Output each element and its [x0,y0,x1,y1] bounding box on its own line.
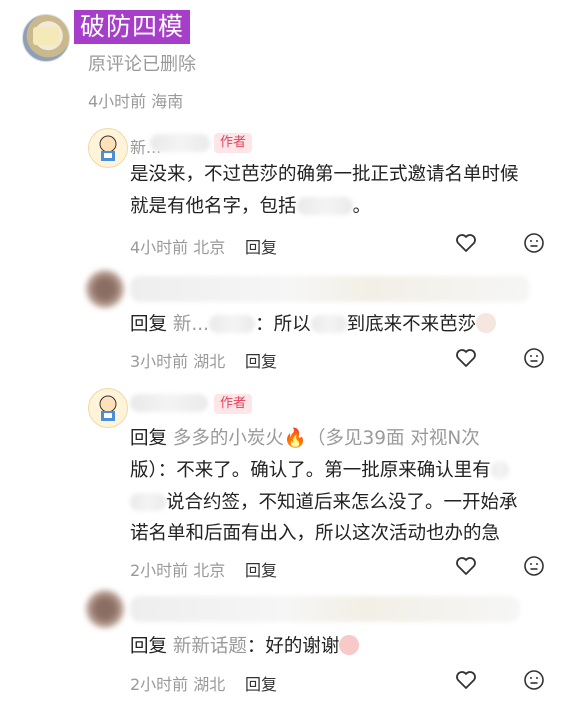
location: 湖北 [193,675,226,694]
blurred-name [310,315,347,333]
cat-face-emoji [476,313,497,333]
avatar[interactable] [22,14,70,62]
face-icon[interactable] [522,554,546,578]
reply-text-line: 诺名单和后面有出入，所以这次活动也办的急 [130,523,501,544]
avatar[interactable] [86,590,124,628]
blurred-username [130,394,208,412]
reply-text-line: 回复 新新话题：好的谢谢 [130,632,360,662]
timestamp: 2小时前 [130,675,189,694]
blurred-name [490,461,509,479]
mention[interactable]: 多多的小炭火🔥（多见39面 对视N次 [173,428,480,449]
reply-text: 版）：不来了。确认了。第一批原来确认里有 [130,460,491,481]
reply-text-tail: 。 [352,196,372,217]
blurred-username [150,134,210,152]
reply-meta: 2小时前 北京 [130,557,225,581]
reply-text: 就是有他名字，包括 [130,196,297,217]
avatar[interactable] [86,270,124,308]
reply-button[interactable]: 回复 [245,557,277,581]
mention[interactable]: 新... [173,314,209,335]
avatar-cartoon-icon [99,135,117,161]
author-badge: 作者 [214,394,253,414]
author-badge: 作者 [214,133,253,153]
location: 海南 [151,92,184,111]
reply-meta: 4小时前 北京 [130,234,225,258]
location: 湖北 [193,352,226,371]
avatar[interactable] [88,388,128,428]
reply-text-line: 说合约签，不知道后来怎么没了。一开始承 [130,488,518,518]
reply-button[interactable]: 回复 [245,348,277,372]
face-icon[interactable] [522,346,546,370]
page-title: 破防四模 [74,10,191,44]
location: 北京 [193,238,226,257]
reply-text-line: 回复 多多的小炭火🔥（多见39面 对视N次 [130,424,550,454]
blurred-username [130,596,520,622]
pig-face-emoji [339,635,360,655]
reply-text: 说合约签，不知道后来怎么没了。一开始承 [166,492,518,513]
reply-button[interactable]: 回复 [245,671,277,695]
timestamp: 2小时前 [130,561,189,580]
reply-text: 到底来不来芭莎 [346,314,477,335]
blurred-name [130,493,166,511]
comment-meta: 4小时前 海南 [88,88,183,112]
mention[interactable]: 新新话题 [173,636,247,657]
reply-text-line: 就是有他名字，包括 。 [130,192,371,222]
timestamp: 3小时前 [130,352,189,371]
reply-text: ：好的谢谢 [246,636,340,657]
reply-button[interactable]: 回复 [245,234,277,258]
avatar-cartoon-icon [99,395,117,421]
heart-icon[interactable] [454,554,478,578]
reply-prefix: 回复 [130,428,168,449]
blurred-name [209,315,256,333]
blurred-name [296,197,353,215]
reply-meta: 2小时前 湖北 [130,671,225,695]
heart-icon[interactable] [454,231,478,255]
reply-text-line: 回复 新... ：所以 到底来不来芭莎 [130,310,497,340]
reply-text: ：所以 [255,314,311,335]
heart-icon[interactable] [454,668,478,692]
face-icon[interactable] [522,231,546,255]
reply-text-line: 是没来，不过芭莎的确第一批正式邀请名单时候 [130,164,519,185]
avatar[interactable] [88,128,128,168]
timestamp: 4小时前 [130,238,189,257]
location: 北京 [193,561,226,580]
heart-icon[interactable] [454,346,478,370]
reply-prefix: 回复 [130,636,168,657]
face-icon[interactable] [522,668,546,692]
reply-prefix: 回复 [130,314,168,335]
reply-text-line: 版）：不来了。确认了。第一批原来确认里有 [130,456,509,486]
reply-meta: 3小时前 湖北 [130,348,225,372]
timestamp: 4小时前 [88,92,147,111]
deleted-comment-text: 原评论已删除 [88,54,196,75]
blurred-username [130,276,530,302]
